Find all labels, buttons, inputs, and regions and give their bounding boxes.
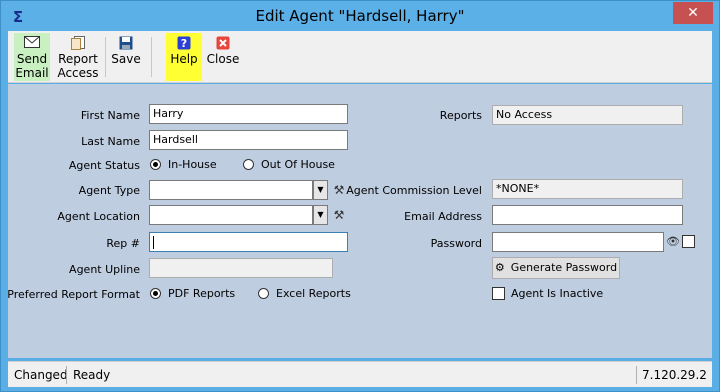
status-separator	[636, 366, 637, 384]
format-pdf-radio[interactable]	[150, 288, 161, 299]
status-out-of-house-label[interactable]: Out Of House	[261, 158, 335, 171]
agent-location-select[interactable]	[149, 205, 313, 225]
svg-text:?: ?	[181, 37, 187, 50]
last-name-label: Last Name	[81, 135, 140, 148]
agent-commission-level-field: *NONE*	[492, 179, 683, 199]
status-out-of-house-radio[interactable]	[243, 159, 254, 170]
agent-type-dropdown-button[interactable]: ▼	[313, 180, 328, 200]
envelope-icon	[24, 36, 40, 50]
preferred-report-format-label: Preferred Report Format	[7, 288, 140, 301]
format-excel-label[interactable]: Excel Reports	[276, 287, 351, 300]
window-title: Edit Agent "Hardsell, Harry"	[255, 7, 465, 25]
generate-password-button[interactable]: ⚙ Generate Password	[492, 257, 620, 279]
reports-label: Reports	[439, 109, 482, 122]
text-caret	[153, 235, 154, 249]
save-label: Save	[111, 52, 141, 66]
report-icon	[70, 36, 86, 50]
first-name-field[interactable]: Harry	[149, 104, 348, 124]
close-label: Close	[206, 52, 240, 66]
help-icon: ?	[176, 36, 192, 50]
show-password-eye-icon[interactable]: 👁	[666, 235, 680, 249]
send-email-label-line1: Send	[16, 52, 48, 66]
agent-location-dropdown-button[interactable]: ▼	[313, 205, 328, 225]
status-version: 7.120.29.2	[642, 368, 707, 382]
show-password-checkbox[interactable]	[682, 235, 695, 248]
floppy-icon	[118, 36, 134, 50]
window-close-button[interactable]: ✕	[673, 2, 713, 24]
email-address-field[interactable]	[492, 205, 683, 225]
agent-type-select[interactable]	[149, 180, 313, 200]
email-address-label: Email Address	[404, 210, 482, 223]
rep-number-label: Rep #	[106, 237, 140, 250]
send-email-label-line2: Email	[15, 66, 49, 80]
close-icon	[215, 36, 231, 50]
send-email-button[interactable]: Send Email	[14, 33, 50, 81]
reports-field: No Access	[492, 105, 683, 125]
status-separator	[66, 366, 67, 384]
save-button[interactable]: Save	[110, 33, 142, 81]
title-bar[interactable]: Σ Edit Agent "Hardsell, Harry" ✕	[1, 1, 719, 31]
agent-type-label: Agent Type	[78, 184, 140, 197]
agent-type-tools-icon[interactable]: ⚒	[332, 183, 346, 197]
agent-location-tools-icon[interactable]: ⚒	[332, 208, 346, 222]
report-access-label-line2: Access	[57, 66, 99, 80]
agent-commission-level-label: Agent Commission Level	[346, 184, 482, 197]
agent-is-inactive-label[interactable]: Agent Is Inactive	[511, 287, 603, 300]
first-name-label: First Name	[80, 109, 140, 122]
status-in-house-label[interactable]: In-House	[168, 158, 217, 171]
format-excel-radio[interactable]	[258, 288, 269, 299]
agent-upline-label: Agent Upline	[69, 263, 140, 276]
rep-number-field[interactable]	[149, 232, 348, 252]
status-in-house-radio[interactable]	[150, 159, 161, 170]
help-label: Help	[170, 52, 198, 66]
agent-is-inactive-checkbox[interactable]	[492, 287, 505, 300]
report-access-label-line1: Report	[58, 52, 98, 66]
generate-password-label: Generate Password	[510, 261, 618, 274]
help-button[interactable]: ? Help	[166, 33, 202, 81]
format-pdf-label[interactable]: PDF Reports	[168, 287, 235, 300]
report-access-button[interactable]: Report Access	[56, 33, 100, 81]
close-button[interactable]: Close	[206, 33, 240, 81]
agent-location-label: Agent Location	[57, 210, 140, 223]
last-name-field[interactable]: Hardsell	[149, 130, 348, 150]
agent-upline-field	[149, 258, 333, 278]
toolbar: Send Email Report Access Save ? Help Clo…	[8, 31, 712, 83]
agent-form: First Name Harry Last Name Hardsell Agen…	[7, 84, 712, 358]
status-state: Changed	[14, 368, 68, 382]
status-message: Ready	[73, 368, 111, 382]
edit-agent-window: Σ Edit Agent "Hardsell, Harry" ✕ Send Em…	[0, 0, 720, 392]
gear-icon: ⚙	[494, 261, 505, 274]
status-bar: Changed Ready 7.120.29.2	[8, 361, 712, 387]
toolbar-separator	[151, 37, 152, 77]
password-label: Password	[430, 237, 482, 250]
toolbar-separator	[105, 37, 106, 77]
agent-status-label: Agent Status	[68, 159, 140, 172]
password-field[interactable]	[492, 232, 664, 252]
